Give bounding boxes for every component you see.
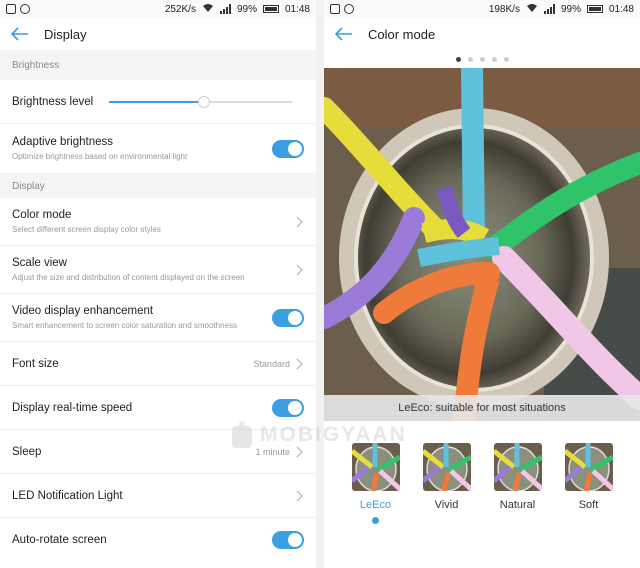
- mode-caption: LeEco: suitable for most situations: [324, 395, 640, 421]
- page-title: Display: [44, 26, 87, 42]
- slider-thumb[interactable]: [198, 95, 211, 108]
- adaptive-brightness-label: Adaptive brightness: [12, 136, 114, 148]
- realtime-speed-label: Display real-time speed: [12, 401, 133, 414]
- straws-photo: [324, 68, 640, 421]
- color-mode-screen: 198K/s 99% 01:48 Color mode LeEco: suita…: [324, 0, 640, 568]
- mode-option-leeco[interactable]: LeEco: [350, 443, 402, 524]
- video-enhancement-desc: Smart enhancement to screen color satura…: [12, 321, 238, 330]
- back-arrow-icon[interactable]: [334, 24, 354, 44]
- chevron-right-icon: [296, 490, 303, 501]
- color-mode-row[interactable]: Color mode Select different screen displ…: [0, 198, 316, 246]
- video-enhancement-toggle[interactable]: [272, 308, 304, 327]
- page-dot: [491, 56, 497, 62]
- page-dot: [467, 56, 473, 62]
- mode-label: Soft: [578, 499, 599, 511]
- screen-divider: [316, 0, 324, 568]
- network-speed: 252K/s: [164, 3, 196, 15]
- status-bar: 198K/s 99% 01:48: [324, 0, 640, 18]
- mode-option-vivid[interactable]: Vivid: [421, 443, 473, 524]
- gallery-notification-icon: [6, 4, 16, 14]
- font-size-label: Font size: [12, 357, 59, 370]
- battery-percent: 99%: [560, 3, 581, 15]
- gallery-notification-icon: [330, 4, 340, 14]
- realtime-speed-toggle[interactable]: [272, 398, 304, 417]
- chevron-right-icon: [296, 446, 303, 457]
- color-mode-desc: Select different screen display color st…: [12, 225, 161, 234]
- sync-notification-icon: [344, 4, 354, 14]
- adaptive-brightness-toggle[interactable]: [272, 139, 304, 158]
- clock: 01:48: [608, 3, 634, 15]
- signal-icon: [219, 4, 231, 14]
- mode-label: LeEco: [359, 499, 392, 511]
- page-indicator: [324, 50, 640, 68]
- selected-indicator: [372, 517, 379, 524]
- scale-view-label: Scale view: [12, 257, 67, 269]
- mode-label: Natural: [499, 499, 536, 511]
- clock: 01:48: [284, 3, 310, 15]
- led-notification-label: LED Notification Light: [12, 489, 123, 502]
- mode-thumbnail: [564, 443, 613, 491]
- sync-notification-icon: [20, 4, 30, 14]
- color-mode-options: LeEco Vivid Natural Soft: [324, 443, 640, 524]
- page-title: Color mode: [368, 26, 436, 42]
- font-size-row[interactable]: Font size Standard: [0, 342, 316, 386]
- section-header-display: Display: [0, 174, 316, 198]
- mode-thumbnail: [493, 443, 542, 491]
- wifi-icon: [202, 3, 214, 16]
- status-bar: 252K/s 99% 01:48: [0, 0, 316, 18]
- mode-label: Vivid: [434, 499, 459, 511]
- mode-thumbnail: [351, 443, 400, 491]
- adaptive-brightness-row[interactable]: Adaptive brightness Optimize brightness …: [0, 124, 316, 174]
- page-dot: [455, 56, 461, 62]
- mode-option-soft[interactable]: Soft: [563, 443, 615, 524]
- scale-view-row[interactable]: Scale view Adjust the size and distribut…: [0, 246, 316, 294]
- battery-icon: [586, 5, 603, 13]
- auto-rotate-row[interactable]: Auto-rotate screen: [0, 518, 316, 562]
- realtime-speed-row[interactable]: Display real-time speed: [0, 386, 316, 430]
- color-mode-label: Color mode: [12, 209, 72, 221]
- section-header-brightness: Brightness: [0, 50, 316, 80]
- brightness-slider[interactable]: [109, 95, 292, 108]
- video-enhancement-row[interactable]: Video display enhancement Smart enhancem…: [0, 294, 316, 342]
- app-bar: Color mode: [324, 18, 640, 50]
- page-dot: [479, 56, 485, 62]
- chevron-right-icon: [296, 264, 303, 275]
- display-settings-screen: 252K/s 99% 01:48 Display Brightness Brig…: [0, 0, 316, 568]
- battery-icon: [262, 5, 279, 13]
- sleep-value: 1 minute: [255, 446, 290, 457]
- battery-percent: 99%: [236, 3, 257, 15]
- chevron-right-icon: [296, 358, 303, 369]
- wifi-icon: [526, 3, 538, 16]
- sleep-label: Sleep: [12, 445, 42, 458]
- brightness-level-row: Brightness level: [0, 80, 316, 124]
- slider-fill: [109, 100, 205, 103]
- sleep-row[interactable]: Sleep 1 minute: [0, 430, 316, 474]
- page-dot: [503, 56, 509, 62]
- network-speed: 198K/s: [488, 3, 520, 15]
- video-enhancement-label: Video display enhancement: [12, 305, 154, 317]
- adaptive-brightness-desc: Optimize brightness based on environment…: [12, 152, 188, 161]
- auto-rotate-toggle[interactable]: [272, 531, 304, 549]
- font-size-value: Standard: [253, 358, 290, 369]
- scale-view-desc: Adjust the size and distribution of cont…: [12, 273, 245, 282]
- chevron-right-icon: [296, 216, 303, 227]
- led-notification-row[interactable]: LED Notification Light: [0, 474, 316, 518]
- mode-option-natural[interactable]: Natural: [492, 443, 544, 524]
- brightness-level-label: Brightness level: [12, 95, 94, 108]
- app-bar: Display: [0, 18, 316, 50]
- preview-image[interactable]: LeEco: suitable for most situations: [324, 68, 640, 421]
- mode-thumbnail: [422, 443, 471, 491]
- signal-icon: [543, 4, 555, 14]
- back-arrow-icon[interactable]: [10, 24, 30, 44]
- auto-rotate-label: Auto-rotate screen: [12, 534, 107, 546]
